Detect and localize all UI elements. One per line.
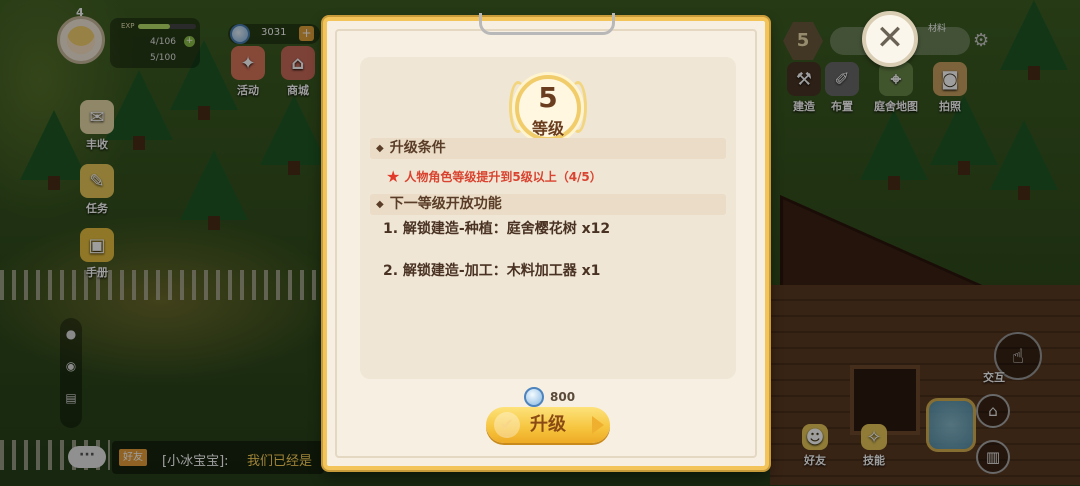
upgrade-cost: 800 (524, 386, 575, 408)
level-text: 等级 (531, 119, 564, 138)
condition-title: 升级条件 (389, 140, 446, 156)
level-number: 5 (538, 81, 558, 114)
condition-header: ◆ 升级条件 (370, 138, 726, 159)
gem-icon (524, 387, 544, 407)
close-button[interactable]: ✕ (862, 11, 918, 67)
features-title: 下一等级开放功能 (389, 196, 502, 212)
star-icon: ★ (386, 167, 401, 186)
cost-value: 800 (550, 390, 576, 404)
condition-text: 人物角色等级提升到5级以上（4/5） (404, 170, 602, 184)
condition-item: ★ 人物角色等级提升到5级以上（4/5） (386, 167, 602, 186)
arrow-icon (592, 416, 604, 434)
diamond-icon: ◆ (376, 143, 384, 154)
feature-item: 1. 解锁建造-种植：庭舍樱花树 x12 (383, 221, 611, 237)
upgrade-button[interactable]: ✔ 升级 (486, 407, 610, 443)
diamond-icon: ◆ (376, 199, 384, 210)
features-header: ◆ 下一等级开放功能 (370, 194, 726, 215)
level-badge: 5 等级 (509, 71, 587, 145)
level-up-dialog: 5 等级 ◆ 升级条件 ★ 人物角色等级提升到5级以上（4/5） ◆ 下一等级开放功能… (323, 13, 769, 470)
dialog-hook (479, 13, 615, 35)
feature-item: 2. 解锁建造-加工：木料加工器 x1 (383, 263, 601, 279)
close-icon: ✕ (875, 18, 905, 58)
